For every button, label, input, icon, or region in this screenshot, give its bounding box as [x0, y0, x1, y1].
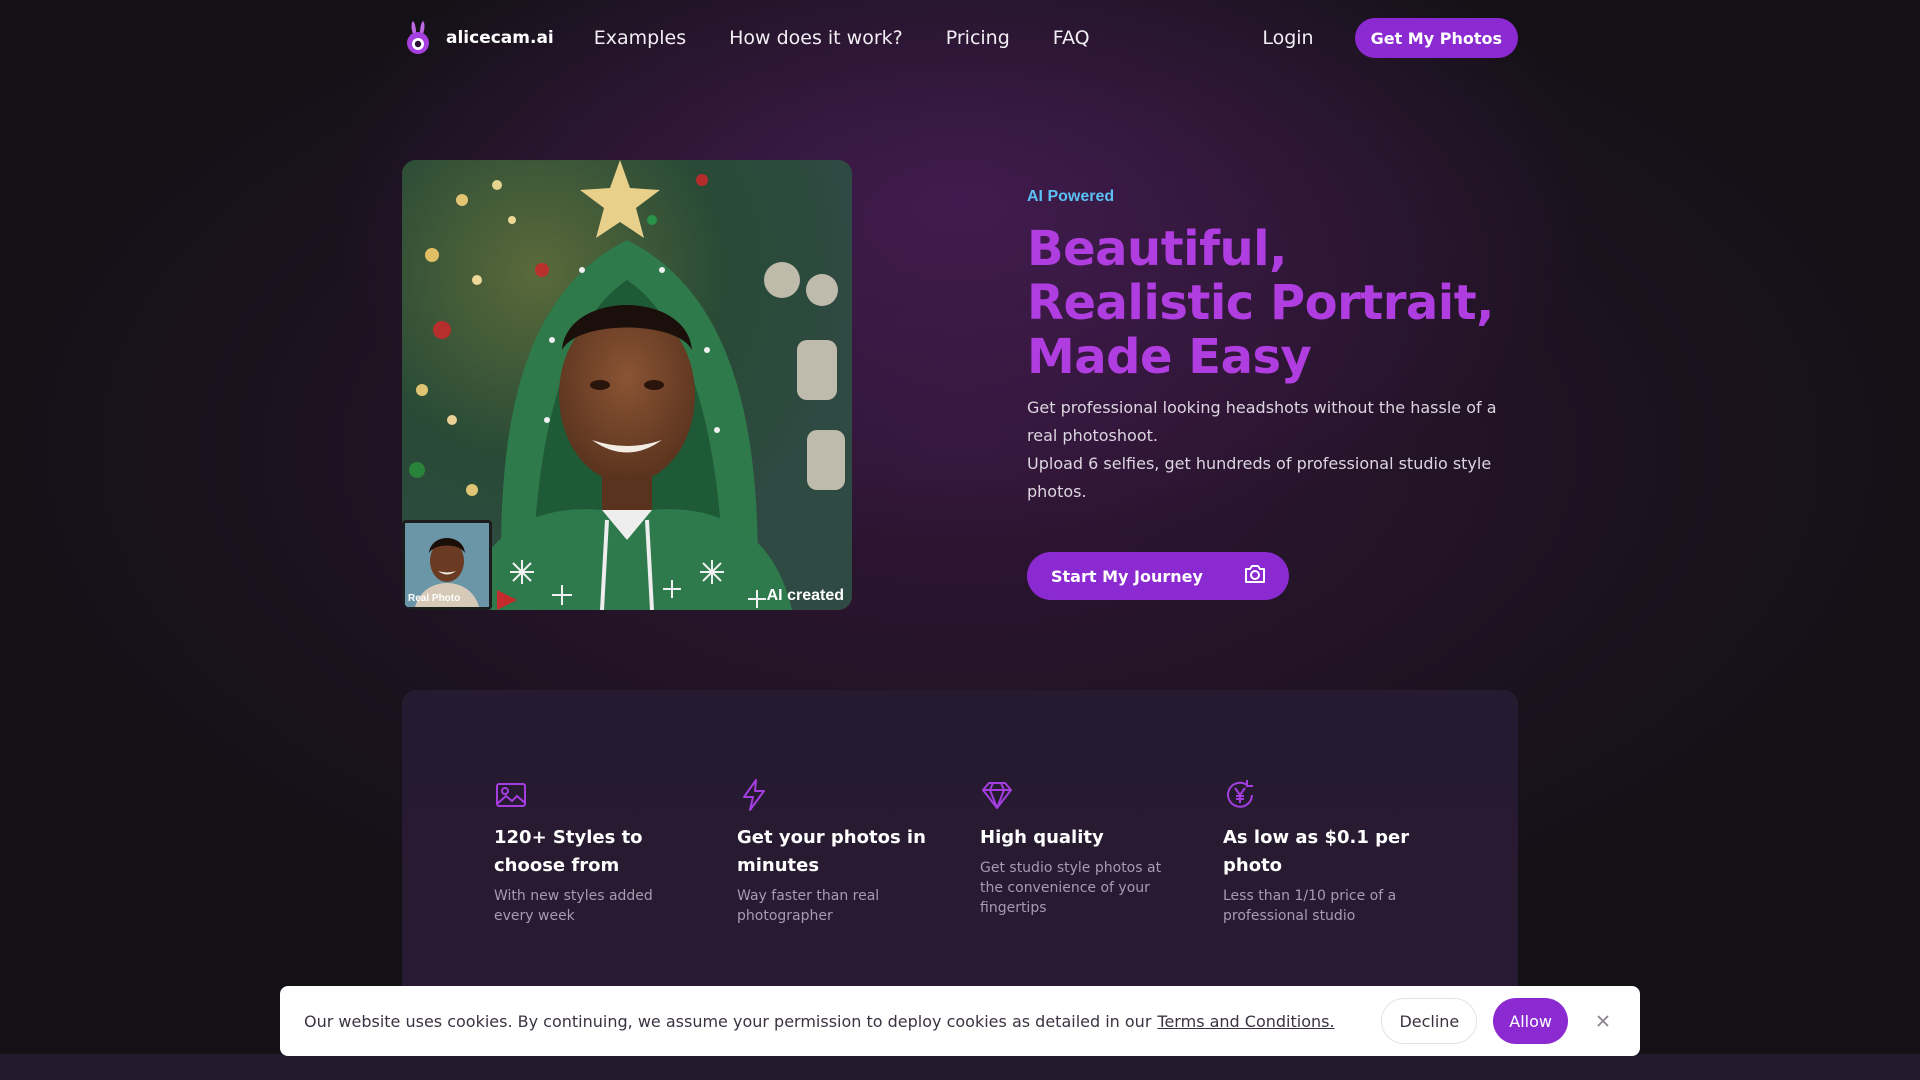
close-icon[interactable] — [1590, 1008, 1616, 1034]
page-bottom-strip — [0, 1054, 1920, 1080]
description-line-3: Upload 6 selfies, get hundreds of profes… — [1027, 454, 1492, 473]
login-link[interactable]: Login — [1262, 27, 1313, 49]
cookie-banner: Our website uses cookies. By continuing,… — [280, 986, 1640, 1056]
currency-cycle-icon — [1223, 778, 1257, 812]
bunny-camera-logo-icon — [402, 20, 434, 56]
headline-line-1: Beautiful, — [1027, 221, 1287, 277]
diamond-icon — [980, 778, 1014, 812]
headline-line-2: Realistic Portrait, — [1027, 275, 1494, 331]
cookie-message: Our website uses cookies. By continuing,… — [304, 1012, 1335, 1031]
description-line-1: Get professional looking headshots witho… — [1027, 398, 1497, 417]
description-line-4: photos. — [1027, 482, 1087, 501]
hero-headline: Beautiful, Realistic Portrait, Made Easy — [1027, 222, 1527, 384]
top-navigation: alicecam.ai Examples How does it work? P… — [402, 18, 1518, 58]
feature-speed-subtitle: Way faster than real photographer — [737, 888, 880, 924]
hero-eyebrow: AI Powered — [1027, 188, 1115, 205]
feature-price-title: As low as $0.1 per photo — [1223, 827, 1410, 876]
cookie-text: Our website uses cookies. By continuing,… — [304, 1011, 1152, 1031]
terms-link[interactable]: Terms and Conditions. — [1157, 1012, 1334, 1031]
image-icon — [494, 778, 528, 812]
feature-styles-title: 120+ Styles to choose from — [494, 827, 643, 876]
nav-links: Examples How does it work? Pricing FAQ — [594, 27, 1090, 49]
feature-quality-title: High quality — [980, 827, 1104, 848]
get-my-photos-button[interactable]: Get My Photos — [1354, 18, 1518, 58]
brand-name: alicecam.ai — [446, 28, 554, 48]
hero-copy: AI Powered Beautiful, Realistic Portrait… — [1027, 188, 1527, 600]
feature-styles-subtitle: With new styles added every week — [494, 888, 653, 924]
feature-styles: 120+ Styles to choose from With new styl… — [494, 778, 694, 926]
nav-link-how-it-works[interactable]: How does it work? — [729, 27, 903, 49]
nav-link-pricing[interactable]: Pricing — [946, 27, 1010, 49]
hero-description: Get professional looking headshots witho… — [1027, 394, 1527, 506]
start-my-journey-button[interactable]: Start My Journey — [1027, 552, 1289, 600]
allow-button[interactable]: Allow — [1493, 998, 1568, 1044]
start-my-journey-label: Start My Journey — [1051, 566, 1203, 586]
feature-quality: High quality Get studio style photos at … — [980, 778, 1180, 918]
real-photo-thumbnail: Real Photo — [402, 520, 492, 610]
feature-speed: Get your photos in minutes Way faster th… — [737, 778, 937, 926]
ai-created-label: AI created — [766, 587, 844, 604]
description-line-2: real photoshoot. — [1027, 426, 1158, 445]
nav-link-examples[interactable]: Examples — [594, 27, 686, 49]
feature-quality-subtitle: Get studio style photos at the convenien… — [980, 860, 1162, 916]
real-photo-label: Real Photo — [408, 593, 461, 604]
camera-icon — [1243, 563, 1267, 589]
lightning-icon — [737, 778, 771, 812]
brand-logo[interactable]: alicecam.ai — [402, 20, 554, 56]
decline-button[interactable]: Decline — [1381, 998, 1478, 1044]
cookie-actions: Decline Allow — [1381, 998, 1616, 1044]
feature-speed-title: Get your photos in minutes — [737, 827, 926, 876]
nav-link-faq[interactable]: FAQ — [1053, 27, 1090, 49]
feature-price-subtitle: Less than 1/10 price of a professional s… — [1223, 888, 1397, 924]
feature-price: As low as $0.1 per photo Less than 1/10 … — [1223, 778, 1423, 926]
nav-actions: Login Get My Photos — [1262, 18, 1518, 58]
headline-line-3: Made Easy — [1027, 329, 1312, 385]
hero-ai-portrait: Real Photo AI created — [402, 160, 852, 610]
